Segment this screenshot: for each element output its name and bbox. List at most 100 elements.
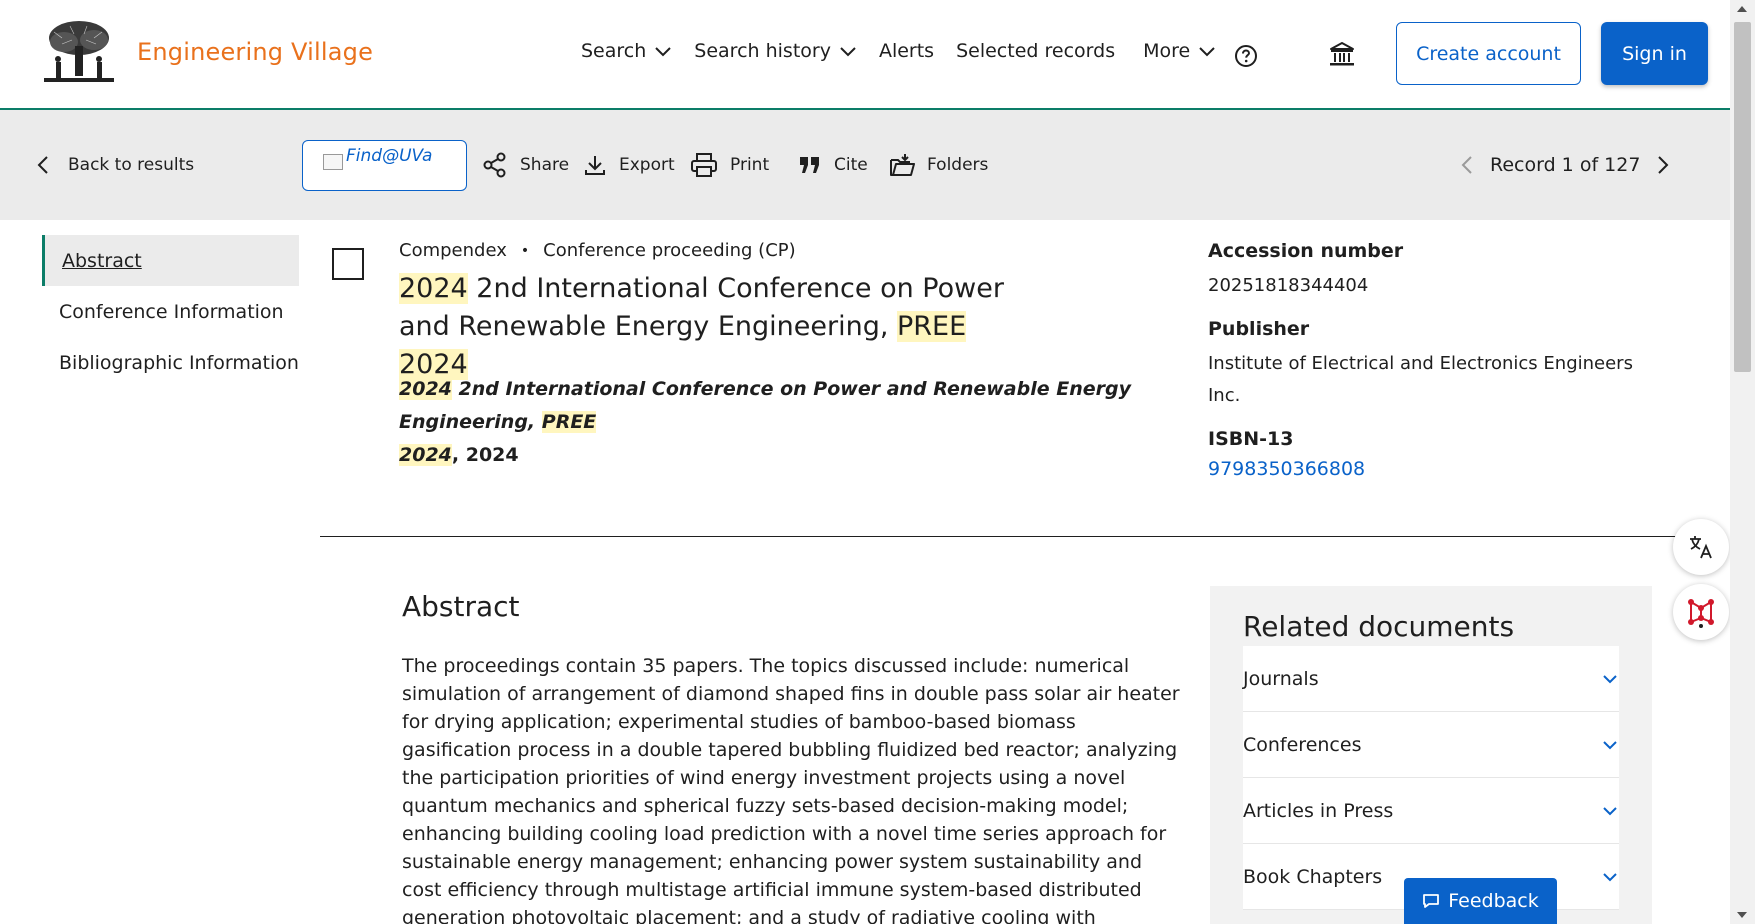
cite-button[interactable]: Cite (798, 110, 868, 220)
share-label: Share (520, 155, 570, 175)
record-title: 2024 2nd International Conference on Pow… (399, 270, 1039, 384)
export-button[interactable]: Export (583, 110, 675, 220)
chevron-left-icon (37, 156, 48, 174)
back-to-results-label: Back to results (68, 155, 195, 175)
elsevier-tree-logo[interactable] (42, 18, 116, 88)
chevron-down-icon (840, 47, 856, 57)
related-item-label: Articles in Press (1243, 799, 1394, 822)
doc-type-label: Conference proceeding (CP) (543, 240, 796, 261)
abstract-heading: Abstract (402, 590, 520, 623)
section-nav: Abstract Conference Information Bibliogr… (42, 235, 299, 388)
publisher-label: Publisher (1208, 318, 1310, 340)
nav-search-label: Search (581, 40, 647, 62)
select-record-checkbox[interactable] (332, 248, 364, 280)
source-tail: , 2024 (451, 444, 519, 466)
chevron-down-icon (1603, 740, 1617, 749)
feedback-label: Feedback (1448, 890, 1539, 912)
accession-label: Accession number (1208, 240, 1404, 262)
separator-dot: • (520, 242, 530, 259)
main-nav: Search Search history Alerts Selected re… (581, 40, 1238, 62)
section-nav-bibliographic-information[interactable]: Bibliographic Information (42, 337, 299, 388)
source-highlight-pree: PREE (541, 411, 597, 433)
title-highlight-year: 2024 (399, 273, 468, 304)
translate-icon (1690, 536, 1712, 559)
folders-label: Folders (927, 155, 989, 175)
network-tool-button[interactable] (1673, 584, 1729, 640)
section-nav-abstract[interactable]: Abstract (42, 235, 299, 286)
record-navigation: Record 1 of 127 (1460, 110, 1670, 220)
translate-button[interactable] (1673, 519, 1729, 575)
broken-image-icon (323, 154, 343, 170)
source-part: 2nd International Conference on Power an… (399, 378, 1131, 433)
chevron-right-icon[interactable] (1656, 155, 1670, 175)
publisher-value: Institute of Electrical and Electronics … (1208, 353, 1633, 406)
folders-button[interactable]: Folders (889, 110, 988, 220)
database-label: Compendex (399, 240, 507, 261)
related-item-articles-in-press[interactable]: Articles in Press (1243, 778, 1619, 844)
chevron-left-icon[interactable] (1460, 155, 1474, 175)
chevron-down-icon (1603, 872, 1617, 881)
scroll-thumb[interactable] (1734, 22, 1751, 372)
quote-icon (800, 157, 819, 173)
help-icon[interactable] (1234, 44, 1258, 68)
find-at-uva-button[interactable]: Find@UVa (302, 140, 467, 191)
print-icon (691, 153, 717, 177)
institution-icon[interactable] (1328, 40, 1356, 68)
chevron-down-icon (1603, 674, 1617, 683)
print-label: Print (730, 155, 770, 175)
title-highlight-pree: PREE (897, 311, 967, 342)
brand-name[interactable]: Engineering Village (137, 38, 373, 66)
nav-alerts[interactable]: Alerts (879, 40, 934, 62)
find-at-uva-label: Find@UVa (346, 146, 433, 166)
section-nav-conference-information[interactable]: Conference Information (42, 286, 299, 337)
share-button[interactable]: Share (482, 110, 569, 220)
nav-more[interactable]: More (1143, 40, 1216, 62)
folder-icon (890, 154, 915, 176)
cite-label: Cite (834, 155, 868, 175)
nav-search[interactable]: Search (581, 40, 672, 62)
record-toolbar: Back to results Find@UVa Share Export Pr… (0, 110, 1730, 220)
isbn-label: ISBN-13 (1208, 428, 1294, 450)
nav-selected-records[interactable]: Selected records (956, 40, 1115, 62)
source-highlight-year-2: 2024 (399, 444, 452, 466)
nav-search-history[interactable]: Search history (694, 40, 857, 62)
chevron-down-icon (655, 47, 671, 57)
export-label: Export (619, 155, 675, 175)
print-button[interactable]: Print (690, 110, 769, 220)
chevron-down-icon (1603, 806, 1617, 815)
scroll-down-arrow[interactable] (1737, 912, 1747, 918)
record-source: 2024 2nd International Conference on Pow… (399, 373, 1189, 472)
scroll-up-arrow[interactable] (1737, 6, 1747, 12)
chevron-down-icon (1199, 47, 1215, 57)
nav-more-label: More (1143, 40, 1191, 62)
record-counter: Record 1 of 127 (1490, 154, 1641, 176)
chat-icon (1423, 894, 1440, 908)
related-documents-list: Journals Conferences Articles in Press B… (1243, 646, 1619, 910)
page-scrollbar[interactable] (1730, 0, 1755, 924)
related-item-label: Journals (1243, 667, 1319, 690)
record-meta: Compendex • Conference proceeding (CP) (399, 240, 796, 261)
create-account-button[interactable]: Create account (1396, 22, 1581, 85)
nav-search-history-label: Search history (694, 40, 831, 62)
sign-in-button[interactable]: Sign in (1601, 22, 1708, 85)
title-part-2: and Renewable Energy Engineering, (399, 311, 897, 342)
accession-value: 20251818344404 (1208, 275, 1369, 296)
related-documents-heading: Related documents (1243, 610, 1515, 643)
related-documents-panel: Related documents Journals Conferences A… (1210, 586, 1652, 924)
isbn-link[interactable]: 9798350366808 (1208, 458, 1668, 480)
source-highlight-year: 2024 (399, 378, 452, 400)
record-details: Accession number 20251818344404 Publishe… (1208, 240, 1668, 480)
abstract-text: The proceedings contain 35 papers. The t… (402, 655, 1180, 924)
download-icon (585, 156, 605, 175)
related-item-conferences[interactable]: Conferences (1243, 712, 1619, 778)
back-to-results-link[interactable]: Back to results (36, 110, 194, 220)
related-item-label: Book Chapters (1243, 865, 1383, 888)
feedback-button[interactable]: Feedback (1404, 878, 1557, 924)
related-item-label: Conferences (1243, 733, 1362, 756)
share-icon (483, 152, 506, 178)
network-icon (1688, 599, 1714, 628)
title-part-1: 2nd International Conference on Power (467, 273, 1004, 304)
site-header: Engineering Village Search Search histor… (0, 0, 1730, 110)
nav-alerts-label: Alerts (878, 40, 935, 62)
related-item-journals[interactable]: Journals (1243, 646, 1619, 712)
